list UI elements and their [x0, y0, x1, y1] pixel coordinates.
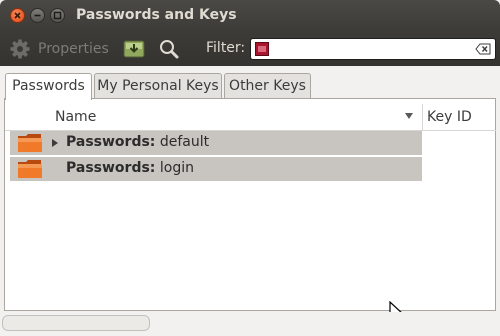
toolbar: Properties Filter: [0, 32, 500, 66]
tab-my-personal-keys[interactable]: My Personal Keys [94, 73, 222, 99]
list-item-name: login [159, 160, 194, 176]
find-button[interactable] [158, 38, 180, 60]
expander-icon[interactable] [51, 138, 59, 148]
maximize-icon[interactable] [50, 8, 65, 23]
progress-bar [2, 315, 150, 331]
filter-key-icon [255, 42, 269, 56]
list-item[interactable]: Passwords: login [10, 157, 422, 181]
search-icon [160, 40, 179, 59]
list-item[interactable]: Passwords: default [10, 131, 422, 155]
folder-icon [18, 134, 42, 152]
gear-icon [10, 39, 30, 59]
column-keyid-header[interactable]: Key ID [427, 109, 472, 125]
close-icon[interactable] [10, 8, 25, 23]
filter-label: Filter: [206, 40, 246, 56]
tab-passwords[interactable]: Passwords [5, 73, 92, 100]
import-button[interactable] [122, 38, 146, 60]
list-item-label: Passwords: login [66, 160, 194, 176]
title-bar: Passwords and Keys [0, 0, 500, 32]
column-separator [422, 104, 423, 130]
clear-icon[interactable] [475, 43, 491, 55]
properties-label: Properties [38, 41, 109, 57]
list-item-type: Passwords: [66, 134, 156, 150]
list-item-type: Passwords: [66, 160, 156, 176]
filter-input[interactable] [250, 38, 496, 60]
properties-button[interactable]: Properties [9, 38, 109, 60]
import-icon [123, 40, 145, 58]
column-name-header[interactable]: Name [55, 109, 96, 125]
list-item-label: Passwords: default [66, 134, 209, 150]
window-title: Passwords and Keys [76, 7, 237, 23]
list-item-name: default [159, 134, 210, 150]
minimize-icon[interactable] [30, 8, 45, 23]
folder-icon [18, 160, 42, 178]
tab-other-keys[interactable]: Other Keys [224, 73, 311, 99]
sort-down-icon[interactable] [404, 112, 414, 120]
